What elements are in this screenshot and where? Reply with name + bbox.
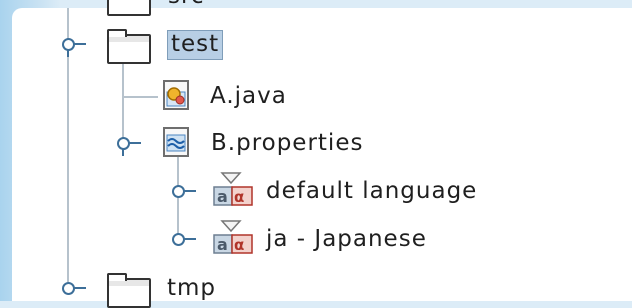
tree-row[interactable]: src: [12, 0, 632, 16]
tree-row[interactable]: test: [12, 26, 632, 64]
locale-icon: a α: [213, 220, 253, 254]
tree-node-label: src: [168, 0, 205, 10]
tree-row[interactable]: tmp: [12, 266, 632, 308]
tree-node-label: ja - Japanese: [266, 226, 427, 252]
tree-row[interactable]: a α default language: [12, 172, 632, 209]
expand-toggle[interactable]: [62, 280, 86, 296]
folder-icon: [107, 29, 151, 64]
tree-row[interactable]: a α ja - Japanese: [12, 220, 632, 257]
tree-node-label: default language: [266, 178, 478, 204]
svg-text:α: α: [234, 188, 244, 206]
project-tree[interactable]: src test A.java B.properties: [12, 0, 632, 308]
folder-icon: [107, 0, 151, 16]
expand-toggle[interactable]: [172, 183, 196, 199]
svg-text:a: a: [217, 235, 228, 254]
tree-row[interactable]: A.java: [12, 78, 632, 114]
expand-toggle[interactable]: [172, 231, 196, 247]
tree-node-label: test: [167, 30, 224, 60]
collapse-toggle[interactable]: [117, 135, 141, 156]
tree-row[interactable]: B.properties: [12, 125, 632, 161]
svg-text:a: a: [217, 187, 228, 206]
tree-node-label: tmp: [167, 275, 217, 301]
tree-node-label: A.java: [210, 83, 287, 109]
tree-node-label: B.properties: [211, 130, 364, 156]
folder-icon: [107, 273, 151, 308]
java-class-icon: [163, 80, 189, 110]
properties-file-icon: [163, 127, 189, 157]
collapse-toggle[interactable]: [62, 36, 86, 57]
svg-text:α: α: [234, 236, 244, 254]
locale-icon: a α: [213, 172, 253, 206]
